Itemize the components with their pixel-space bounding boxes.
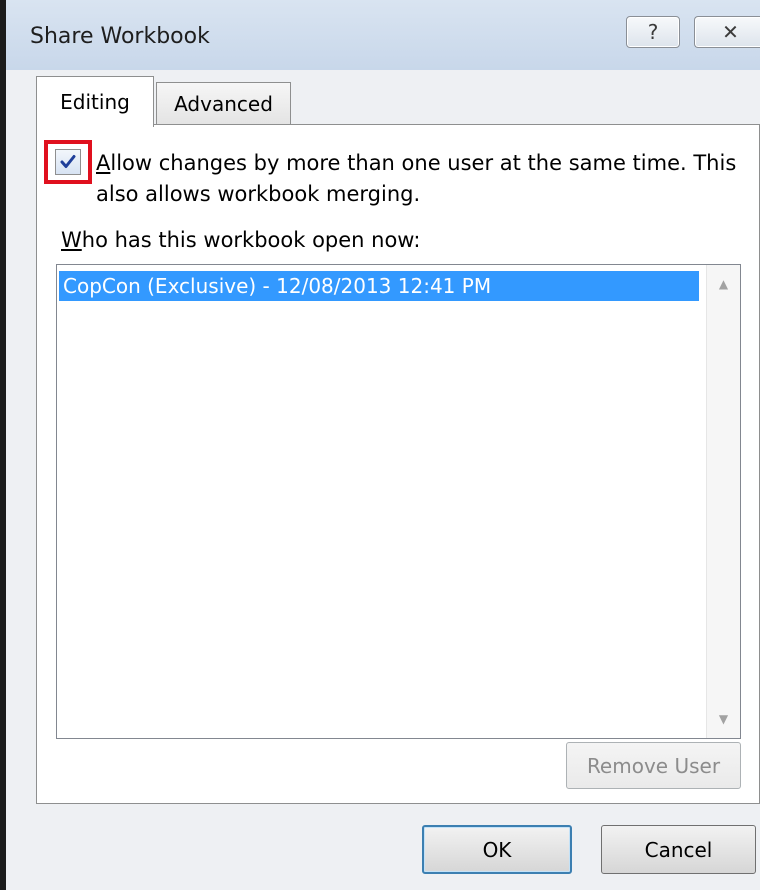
share-workbook-dialog: Share Workbook ? ✕ Advanced Editing Allo… (0, 0, 760, 890)
who-label-text: ho has this workbook open now: (81, 228, 421, 252)
tab-advanced-label: Advanced (174, 91, 273, 116)
title-bar[interactable]: Share Workbook ? ✕ (6, 0, 760, 70)
tab-editing-label: Editing (60, 90, 130, 114)
help-icon: ? (647, 20, 659, 44)
allow-changes-mnemonic: A (96, 151, 111, 175)
user-list-item[interactable]: CopCon (Exclusive) - 12/08/2013 12:41 PM (59, 271, 699, 301)
remove-user-button[interactable]: Remove User (566, 742, 741, 789)
allow-changes-label-line2: also allows workbook merging. (96, 182, 421, 206)
scroll-down-arrow-icon[interactable]: ▼ (707, 702, 740, 736)
help-button[interactable]: ? (626, 16, 680, 48)
scroll-up-arrow-icon[interactable]: ▲ (707, 267, 740, 301)
dialog-title: Share Workbook (30, 24, 210, 49)
allow-changes-checkbox[interactable] (55, 149, 81, 175)
close-button[interactable]: ✕ (694, 16, 760, 48)
allow-changes-label[interactable]: Allow changes by more than one user at t… (96, 148, 746, 210)
cancel-button[interactable]: Cancel (601, 825, 756, 874)
who-has-workbook-open-label: Who has this workbook open now: (61, 228, 420, 252)
ok-button[interactable]: OK (422, 825, 572, 874)
who-label-mnemonic: W (61, 228, 82, 252)
close-icon: ✕ (722, 20, 739, 44)
tab-editing[interactable]: Editing (36, 76, 154, 127)
allow-changes-label-line1: llow changes by more than one user at th… (110, 151, 737, 175)
checkmark-icon (60, 155, 76, 168)
users-listbox[interactable]: CopCon (Exclusive) - 12/08/2013 12:41 PM… (56, 264, 741, 739)
listbox-scrollbar[interactable]: ▲ ▼ (706, 265, 740, 738)
tab-advanced[interactable]: Advanced (156, 82, 291, 125)
